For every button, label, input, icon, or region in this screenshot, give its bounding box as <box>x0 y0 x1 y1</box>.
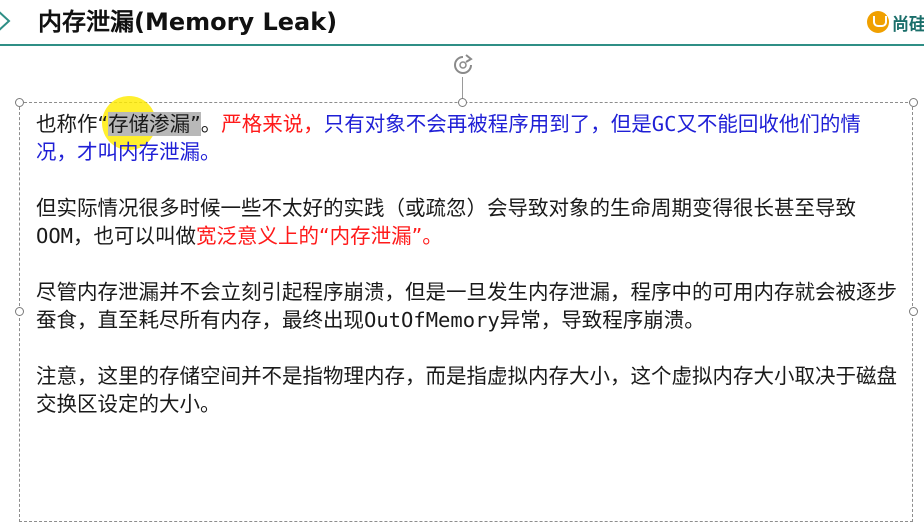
red-emphasis: 宽泛意义上的“内存泄漏”。 <box>196 224 443 248</box>
resize-handle-middle-left[interactable] <box>15 307 24 316</box>
paragraph-broad-sense: 但实际情况很多时候一些不太好的实践（或疏忽）会导致对象的生命周期变得很长甚至导致… <box>36 196 856 248</box>
logo-text: 尚硅 <box>892 14 924 35</box>
slide-header: 内存泄漏(Memory Leak) 尚硅 <box>0 0 924 46</box>
paragraph-consequence: 尽管内存泄漏并不会立刻引起程序崩溃，但是一旦发生内存泄漏，程序中的可用内存就会被… <box>36 280 897 332</box>
resize-handle-top-right[interactable] <box>909 98 918 107</box>
rotate-handle-icon[interactable] <box>452 54 474 76</box>
header-divider <box>0 44 924 46</box>
paragraph-note: 注意，这里的存储空间并不是指物理内存，而是指虚拟内存大小，这个虚拟内存大小取决于… <box>36 364 897 416</box>
resize-handle-middle-right[interactable] <box>909 307 918 316</box>
resize-handle-top-left[interactable] <box>15 98 24 107</box>
red-emphasis: 严格来说， <box>221 112 324 136</box>
brand-logo: 尚硅 <box>867 10 924 35</box>
slide-body-text[interactable]: 也称作“存储渗漏”。严格来说，只有对象不会再被程序用到了，但是GC又不能回收他们… <box>36 110 901 446</box>
slide-title: 内存泄漏(Memory Leak) <box>38 8 338 36</box>
selected-text: 存储渗漏” <box>108 112 201 136</box>
blue-emphasis: 只有对象不会再被程序用到了，但是 <box>323 112 652 136</box>
outofmemory-term: OutOfMemory <box>364 308 500 332</box>
resize-handle-top-center[interactable] <box>458 98 467 107</box>
oom-term: OOM <box>36 224 74 248</box>
logo-icon <box>867 11 889 33</box>
paragraph-definition: 也称作“存储渗漏”。严格来说，只有对象不会再被程序用到了，但是GC又不能回收他们… <box>36 112 861 164</box>
blue-emphasis-gc: GC <box>651 112 677 136</box>
chevron-right-icon <box>0 11 11 31</box>
